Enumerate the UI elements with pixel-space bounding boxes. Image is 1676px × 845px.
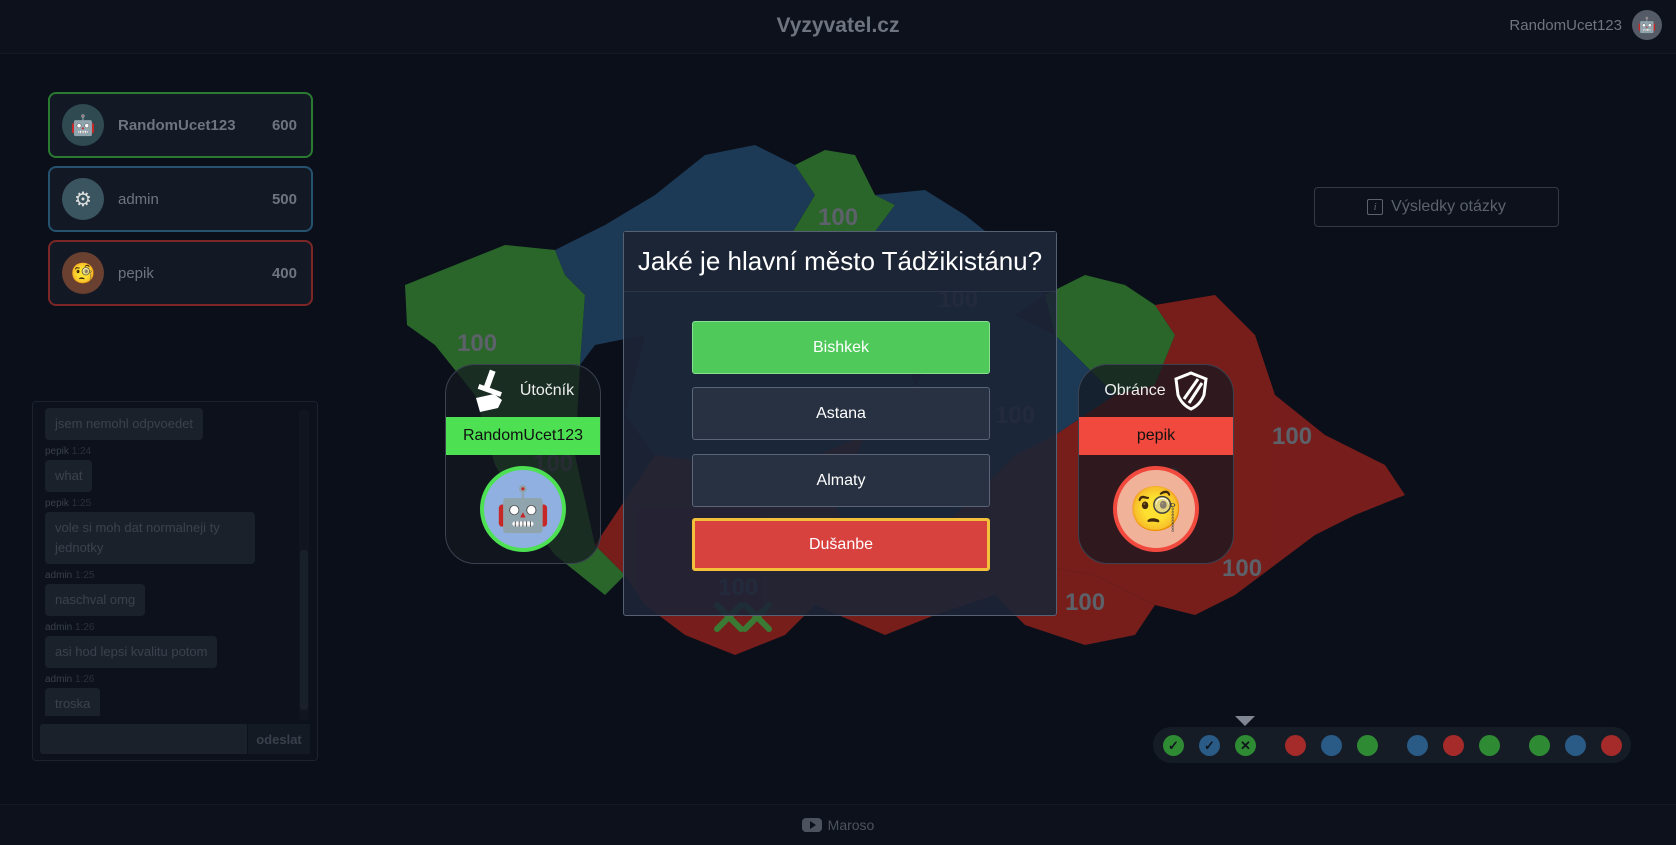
player-card: ⚙ admin 500: [48, 166, 313, 232]
defender-role: Obránce: [1104, 382, 1166, 399]
attacker-header: Útočník: [446, 365, 600, 417]
round-dot: [1479, 735, 1500, 756]
player-name: admin: [118, 190, 159, 208]
region-value-label: 100: [818, 204, 858, 231]
question-text: Jaké je hlavní město Tádžikistánu?: [624, 232, 1056, 292]
player-score: 500: [271, 190, 297, 208]
footer: Maroso: [0, 804, 1676, 845]
round-dot: [1407, 735, 1428, 756]
monocle-face-icon: 🧐: [62, 252, 104, 294]
region-value-label: 100: [1272, 423, 1312, 450]
region-value-label: 100: [457, 330, 497, 357]
message-meta: pepik 1:24: [45, 446, 92, 457]
cross-icon: ✕: [1235, 735, 1256, 756]
player-score: 600: [271, 116, 297, 134]
monocle-face-icon: 🧐: [1113, 466, 1199, 552]
player-name: RandomUcet123: [118, 116, 236, 134]
chat-message: what: [45, 460, 93, 492]
top-bar: Vyzyvatel.cz RandomUcet123 🤖: [0, 0, 1676, 54]
results-button-label: Výsledky otázky: [1391, 198, 1506, 215]
round-dot: [1529, 735, 1550, 756]
round-dot: [1443, 735, 1464, 756]
answer-button[interactable]: Astana: [692, 387, 990, 440]
robot-icon: 🤖: [480, 466, 566, 552]
chat-message: jsem nemohl odpvoedet: [45, 408, 204, 440]
answer-button[interactable]: Almaty: [692, 454, 990, 507]
message-meta: admin 1:26: [45, 674, 95, 685]
chat-message: naschval omg: [45, 584, 146, 616]
chat-message: asi hod lepsi kvalitu potom: [45, 636, 218, 668]
chat-message: troska: [45, 688, 101, 716]
chat-input[interactable]: [40, 724, 247, 754]
info-icon: i: [1367, 199, 1384, 215]
send-button[interactable]: odeslat: [248, 724, 310, 754]
attacker-name: RandomUcet123: [446, 417, 600, 455]
defender-card: Obránce pepik 🧐: [1078, 364, 1234, 564]
round-dot: [1357, 735, 1378, 756]
player-card: 🧐 pepik 400: [48, 240, 313, 306]
player-card: 🤖 RandomUcet123 600: [48, 92, 313, 158]
answer-button[interactable]: Bishkek: [692, 321, 990, 374]
check-icon: ✓: [1199, 735, 1220, 756]
chat-message: vole si moh dat normalneji ty jednotky: [45, 512, 255, 564]
scroll-thumb[interactable]: [300, 550, 308, 710]
message-meta: admin 1:25: [45, 570, 95, 581]
user-menu[interactable]: RandomUcet123 🤖: [1509, 10, 1662, 40]
youtube-icon[interactable]: [801, 818, 822, 832]
player-list: 🤖 RandomUcet123 600 ⚙ admin 500 🧐 pepik …: [48, 92, 313, 314]
current-round-marker: [1235, 716, 1255, 726]
user-avatar-icon[interactable]: 🤖: [1632, 10, 1662, 40]
robot-icon: 🤖: [62, 104, 104, 146]
answer-button[interactable]: Dušanbe: [692, 518, 990, 571]
question-results-button[interactable]: i Výsledky otázky: [1314, 187, 1559, 227]
site-title[interactable]: Vyzyvatel.cz: [0, 14, 1676, 38]
player-score: 400: [271, 264, 297, 282]
round-progress-bar: [1153, 727, 1631, 763]
region-value-label: 100: [1065, 589, 1105, 616]
gear-face-icon: ⚙: [62, 178, 104, 220]
chat-panel: jsem nemohl odpvoedet pepik 1:24 what pe…: [32, 401, 318, 761]
round-dot: [1565, 735, 1586, 756]
message-meta: pepik 1:25: [45, 498, 92, 509]
round-dot: [1321, 735, 1342, 756]
shield-icon: [1174, 371, 1208, 411]
question-modal: Jaké je hlavní město Tádžikistánu? Bishk…: [623, 231, 1057, 616]
sword-hand-icon: [475, 369, 502, 412]
player-name: pepik: [118, 264, 154, 282]
round-dot: [1601, 735, 1622, 756]
round-dot: [1285, 735, 1306, 756]
defender-name: pepik: [1079, 417, 1233, 455]
footer-link[interactable]: Maroso: [828, 817, 875, 833]
attacker-card: Útočník RandomUcet123 🤖: [445, 364, 601, 564]
chat-scrollbar[interactable]: [299, 410, 309, 720]
attacker-role: Útočník: [519, 382, 575, 399]
chat-messages[interactable]: jsem nemohl odpvoedet pepik 1:24 what pe…: [41, 406, 299, 716]
username[interactable]: RandomUcet123: [1509, 17, 1622, 34]
defender-header: Obránce: [1079, 365, 1233, 417]
region-value-label: 100: [1222, 555, 1262, 582]
message-meta: admin 1:26: [45, 622, 95, 633]
check-icon: ✓: [1163, 735, 1184, 756]
